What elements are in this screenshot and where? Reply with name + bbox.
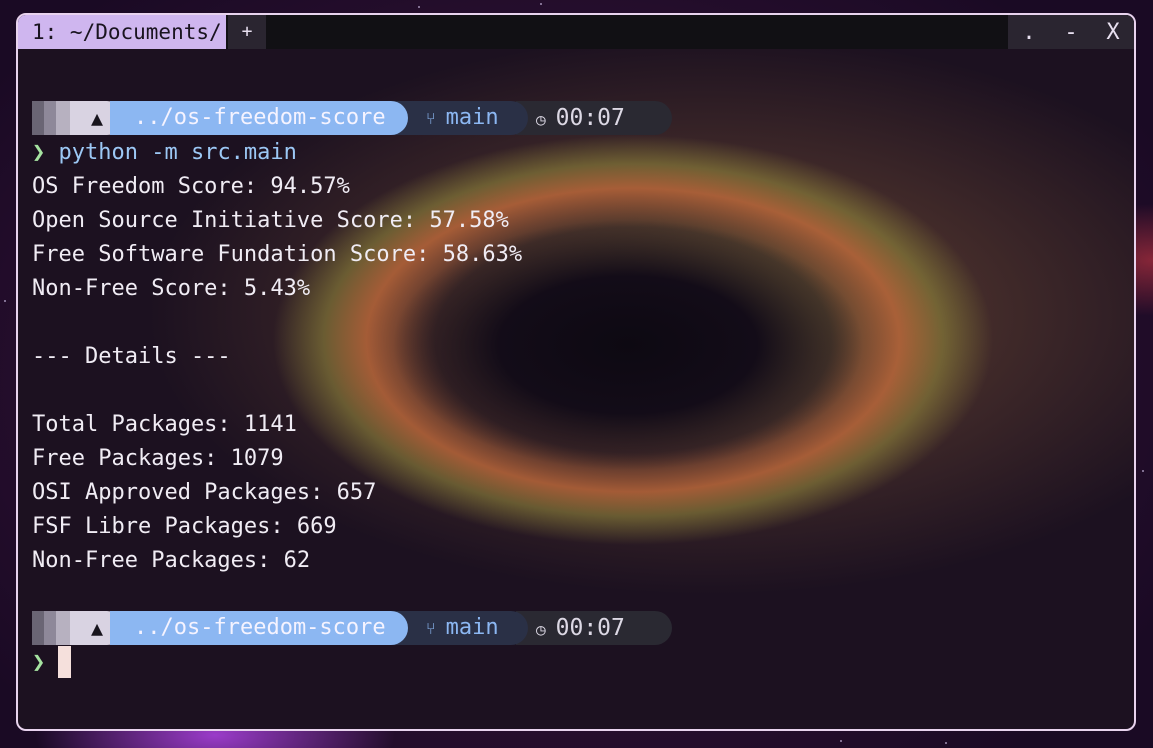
prompt-segment bbox=[44, 101, 56, 135]
output-line: Free Packages: 1079 bbox=[32, 446, 284, 471]
input-line[interactable]: ❯ bbox=[32, 646, 45, 680]
output-line: Open Source Initiative Score: 57.58% bbox=[32, 208, 509, 233]
command-text: python -m src.main bbox=[58, 140, 297, 165]
tab-documents[interactable]: 1: ~/Documents/ bbox=[18, 15, 226, 49]
output-line: OSI Approved Packages: 657 bbox=[32, 480, 377, 505]
elapsed-time: 00:07 bbox=[555, 615, 625, 641]
prompt-bar: ▲ ../os-freedom-score ⑂ main ◷ 00:07 bbox=[32, 611, 672, 645]
star bbox=[418, 6, 420, 8]
prompt-elapsed-time: ◷ 00:07 bbox=[516, 101, 672, 135]
output-line: Total Packages: 1141 bbox=[32, 412, 297, 437]
prompt-directory: ../os-freedom-score bbox=[110, 101, 408, 135]
star bbox=[4, 300, 6, 302]
prompt-segment bbox=[44, 611, 56, 645]
star bbox=[1142, 470, 1144, 472]
output-line: Non-Free Score: 5.43% bbox=[32, 276, 311, 301]
output-line: Non-Free Packages: 62 bbox=[32, 548, 311, 573]
clock-icon: ◷ bbox=[536, 110, 546, 129]
elapsed-time: 00:07 bbox=[555, 105, 625, 131]
star bbox=[840, 740, 842, 742]
star bbox=[540, 3, 542, 5]
branch-name: main bbox=[445, 615, 499, 640]
prompt-directory: ../os-freedom-score bbox=[110, 611, 408, 645]
new-tab-button[interactable]: + bbox=[228, 15, 266, 49]
output-line: Free Software Fundation Score: 58.63% bbox=[32, 242, 523, 267]
prompt-symbol: ❯ bbox=[32, 140, 46, 165]
text-cursor bbox=[58, 646, 71, 678]
sticky-button[interactable]: . bbox=[1022, 20, 1035, 45]
prompt-bar: ▲ ../os-freedom-score ⑂ main ◷ 00:07 bbox=[32, 101, 672, 135]
clock-icon: ◷ bbox=[536, 620, 546, 639]
output-line: OS Freedom Score: 94.57% bbox=[32, 174, 350, 199]
close-button[interactable]: X bbox=[1106, 20, 1119, 45]
minimize-button[interactable]: - bbox=[1064, 20, 1077, 45]
prompt-segment bbox=[32, 101, 44, 135]
git-branch-icon: ⑂ bbox=[426, 619, 436, 638]
prompt-symbol: ❯ bbox=[32, 650, 46, 675]
terminal-window[interactable]: 1: ~/Documents/ + . - X ▲ ../os-freedom-… bbox=[16, 13, 1136, 731]
prompt-segment bbox=[32, 611, 44, 645]
prompt-elapsed-time: ◷ 00:07 bbox=[516, 611, 672, 645]
git-branch-icon: ⑂ bbox=[426, 109, 436, 128]
tab-bar: 1: ~/Documents/ + . - X bbox=[18, 15, 1134, 49]
command-line: ❯ python -m src.main bbox=[32, 136, 297, 170]
window-controls: . - X bbox=[1008, 15, 1134, 49]
output-line: --- Details --- bbox=[32, 344, 231, 369]
branch-name: main bbox=[445, 105, 499, 130]
output-line: FSF Libre Packages: 669 bbox=[32, 514, 337, 539]
prompt-git-branch: ⑂ main bbox=[392, 101, 528, 135]
star bbox=[945, 742, 947, 744]
prompt-git-branch: ⑂ main bbox=[392, 611, 528, 645]
